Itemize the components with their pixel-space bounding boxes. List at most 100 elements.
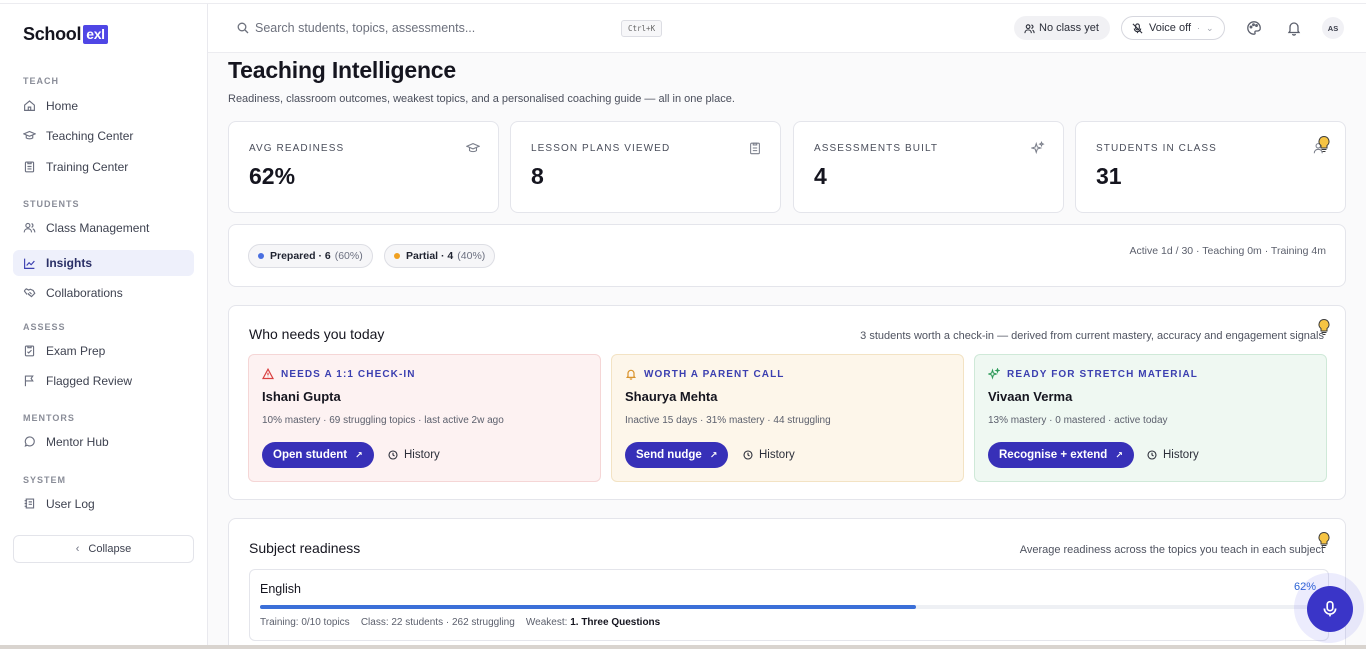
page-subtitle: Readiness, classroom outcomes, weakest t… (228, 93, 735, 105)
subject-details: Training: 0/10 topics Class: 22 students… (260, 617, 660, 628)
alert-triangle-icon (262, 368, 274, 380)
arrow-up-right-icon: ↗ (1115, 449, 1123, 460)
student-meta: 10% mastery · 69 struggling topics · las… (262, 415, 504, 426)
bell-icon (626, 369, 636, 380)
lightbulb-icon[interactable] (1317, 135, 1331, 153)
recognise-extend-button[interactable]: Recognise + extend ↗ (988, 442, 1134, 468)
prepared-pill[interactable]: Prepared · 6 (60%) (248, 244, 373, 268)
section-note: 3 students worth a check-in — derived fr… (860, 330, 1324, 342)
history-label: History (404, 449, 440, 461)
sidebar-item-collaborations[interactable]: Collaborations (13, 279, 194, 306)
mic-off-icon (1132, 22, 1143, 33)
avatar[interactable]: AS (1322, 17, 1344, 39)
subject-weakest-label: Weakest: (525, 617, 568, 628)
partial-label: Partial · 4 (406, 250, 454, 262)
card-tag: WORTH A PARENT CALL (625, 368, 785, 380)
partial-pct: (40%) (457, 250, 486, 262)
clipboard-icon (24, 161, 35, 173)
subject-weakest-topic[interactable]: 1. Three Questions (570, 617, 660, 628)
sparkles-icon (988, 368, 1000, 380)
sidebar-section-system: SYSTEM (23, 475, 67, 485)
student-meta: 13% mastery · 0 mastered · active today (988, 415, 1168, 426)
send-nudge-button[interactable]: Send nudge ↗ (625, 442, 729, 468)
collapse-button[interactable]: ‹ Collapse (13, 535, 194, 563)
sidebar-item-label: Mentor Hub (46, 434, 109, 449)
stat-card-avg-readiness: AVG READINESS 62% (228, 121, 499, 213)
sidebar-item-class-management[interactable]: Class Management (13, 214, 194, 241)
sidebar-item-insights[interactable]: Insights (13, 250, 194, 276)
handshake-icon (23, 288, 36, 298)
history-label: History (759, 449, 795, 461)
open-student-button[interactable]: Open student ↗ (262, 442, 374, 468)
prepared-pct: (60%) (334, 250, 363, 262)
history-button[interactable]: History (1147, 442, 1199, 468)
chevron-left-icon: ‹ (75, 543, 80, 555)
voice-assistant-button[interactable] (1294, 573, 1364, 643)
sidebar-item-training-center[interactable]: Training Center (13, 153, 194, 180)
partial-pill[interactable]: Partial · 4 (40%) (384, 244, 496, 268)
class-chip-label: No class yet (1039, 22, 1099, 34)
sidebar-item-user-log[interactable]: User Log (13, 490, 194, 517)
sidebar-item-label: Training Center (46, 159, 129, 174)
subject-name: English (260, 582, 301, 596)
sidebar-item-exam-prep[interactable]: Exam Prep (13, 337, 194, 364)
flag-icon (24, 375, 34, 387)
sidebar-item-home[interactable]: Home (13, 92, 194, 119)
stat-label: STUDENTS IN CLASS (1096, 143, 1217, 154)
subject-training: Training: 0/10 topics (260, 617, 350, 628)
voice-assistant-button-core (1307, 586, 1353, 632)
sidebar-item-label: Home (46, 98, 79, 113)
page-title: Teaching Intelligence (228, 57, 456, 83)
section-title: Who needs you today (249, 326, 385, 342)
lightbulb-icon[interactable] (1317, 531, 1331, 549)
stat-label: LESSON PLANS VIEWED (531, 143, 671, 154)
graduation-cap-icon (466, 143, 480, 153)
sidebar-section-teach: TEACH (23, 76, 59, 86)
sparkles-icon (1031, 141, 1045, 155)
brand-badge: exl (83, 25, 108, 44)
stat-value: 4 (814, 163, 827, 189)
class-selector-chip[interactable]: No class yet (1014, 16, 1110, 40)
card-tag-label: NEEDS A 1:1 CHECK-IN (281, 368, 416, 380)
sidebar-item-mentor-hub[interactable]: Mentor Hub (13, 428, 194, 455)
stat-value: 62% (249, 163, 296, 189)
sidebar-item-label: Insights (46, 256, 93, 270)
voice-chip-label: Voice off (1149, 22, 1191, 34)
stat-value: 8 (531, 163, 544, 189)
button-label: Recognise + extend (999, 449, 1108, 461)
section-note: Average readiness across the topics you … (1019, 544, 1324, 556)
stat-card-assessments-built: ASSESSMENTS BUILT 4 (793, 121, 1064, 213)
sidebar-item-label: Teaching Center (46, 128, 134, 143)
sidebar-section-students: STUDENTS (23, 199, 80, 209)
card-tag: NEEDS A 1:1 CHECK-IN (262, 368, 416, 380)
voice-toggle[interactable]: Voice off · ⌄ (1121, 16, 1225, 40)
subject-class: Class: 22 students · 262 struggling (360, 617, 515, 628)
lightbulb-icon[interactable] (1317, 318, 1331, 336)
search-input[interactable] (255, 17, 615, 39)
microphone-icon (1323, 600, 1337, 617)
student-name: Shaurya Mehta (625, 389, 718, 404)
history-button[interactable]: History (388, 442, 440, 468)
prepared-label: Prepared · 6 (270, 250, 331, 262)
student-name: Ishani Gupta (262, 389, 341, 404)
arrow-up-right-icon: ↗ (355, 449, 363, 460)
stat-value: 31 (1096, 163, 1122, 189)
subject-row-english[interactable]: English 62% Training: 0/10 topics Class:… (249, 569, 1329, 641)
section-title: Subject readiness (249, 540, 361, 556)
student-card-stretch: READY FOR STRETCH MATERIAL Vivaan Verma … (974, 354, 1327, 482)
history-button[interactable]: History (743, 442, 795, 468)
readiness-progress-track (260, 605, 1318, 609)
readiness-breakdown-card: Prepared · 6 (60%) Partial · 4 (40%) Act… (228, 224, 1346, 287)
palette-icon[interactable] (1246, 20, 1262, 36)
brand-logo[interactable]: School exl (23, 24, 108, 45)
bell-icon[interactable] (1286, 20, 1302, 36)
collapse-label: Collapse (88, 543, 132, 555)
sidebar-section-mentors: MENTORS (23, 413, 75, 423)
clock-icon (388, 450, 398, 460)
sidebar-item-teaching-center[interactable]: Teaching Center (13, 122, 194, 149)
sidebar-item-flagged-review[interactable]: Flagged Review (13, 367, 194, 394)
log-icon (24, 498, 35, 509)
card-tag-label: READY FOR STRETCH MATERIAL (1007, 368, 1199, 380)
graduation-cap-icon (23, 130, 36, 140)
sidebar-item-label: Exam Prep (46, 343, 106, 358)
